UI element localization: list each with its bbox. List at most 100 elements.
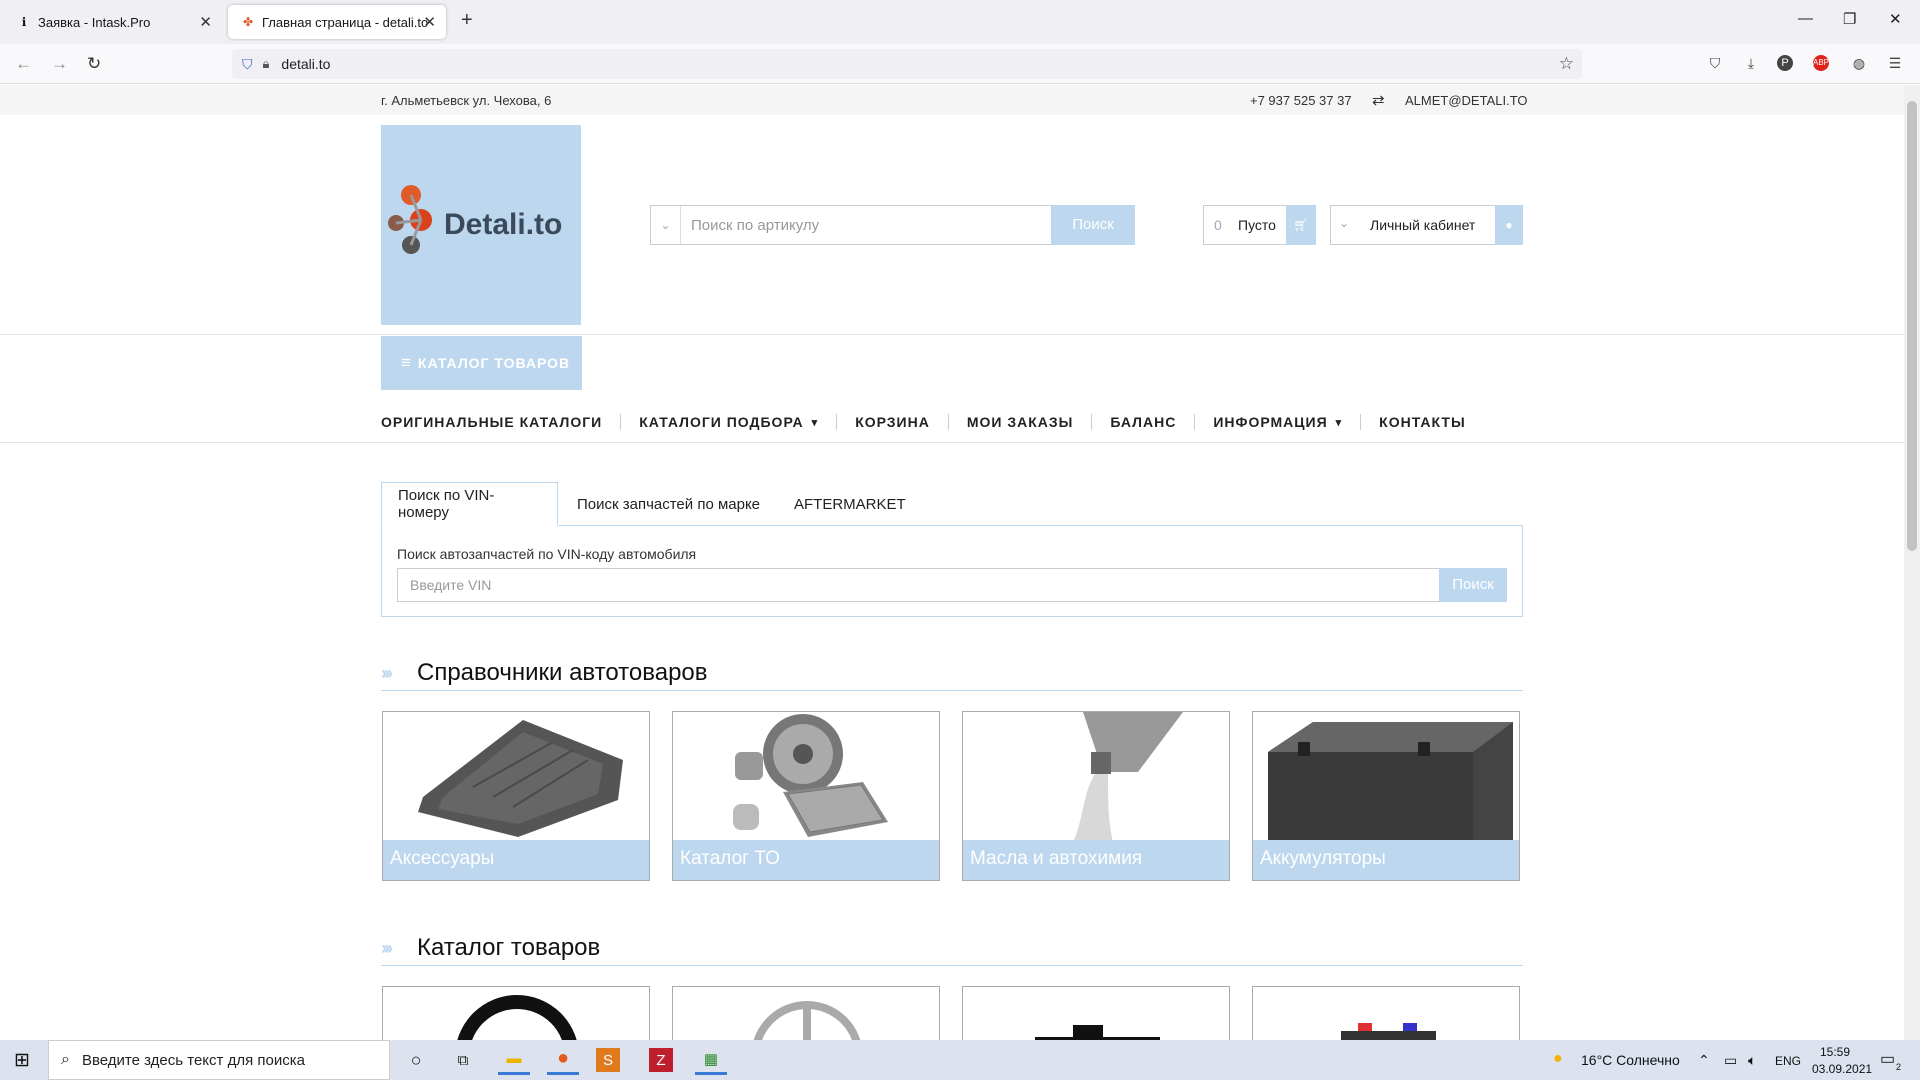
top-info-strip: г. Альметьевск ул. Чехова, 6 +7 937 525 … (0, 85, 1904, 115)
section-title: Каталог товаров (417, 934, 601, 961)
email-link[interactable]: ALMET@DETALI.TO (1405, 93, 1528, 108)
bookmark-star-icon[interactable]: ☆ (1559, 54, 1574, 74)
vin-placeholder: Введите VIN (410, 577, 492, 593)
tab-vin-search[interactable]: Поиск по VIN-номеру (381, 482, 558, 526)
nav-separator (1360, 414, 1362, 430)
window-close-icon[interactable]: ✕ (1889, 10, 1902, 28)
card-caption: Аккумуляторы (1253, 840, 1519, 880)
clock-time[interactable]: 15:59 (1820, 1045, 1850, 1059)
file-explorer-icon[interactable]: ▬ (498, 1045, 530, 1075)
oil-pour-image (1073, 712, 1183, 842)
browser-tab-bar: ℹ Заявка - Intask.Pro ✕ ✤ Главная страни… (0, 0, 1920, 44)
cortana-icon[interactable]: ○ (400, 1045, 432, 1075)
oil-can-image (1035, 1025, 1160, 1040)
catalog-card-oils[interactable] (962, 986, 1230, 1040)
network-icon[interactable]: ▭ (1724, 1052, 1737, 1069)
forward-icon[interactable]: → (51, 54, 68, 74)
article-search-input[interactable]: Поиск по артикулу (691, 217, 819, 234)
section-title: Справочники автотоваров (417, 659, 708, 686)
firefox-icon[interactable]: ● (547, 1045, 579, 1075)
clock-date[interactable]: 03.09.2021 (1812, 1062, 1872, 1076)
vin-search-button[interactable]: Поиск (1439, 568, 1507, 602)
card-maintenance-catalog[interactable]: Каталог ТО (672, 711, 940, 881)
globe-icon[interactable]: ◍ (1849, 53, 1869, 73)
section-header: ››› Каталог товаров (381, 932, 1523, 966)
chevrons-right-icon: ››› (381, 663, 393, 683)
nav-balance[interactable]: БАЛАНС (1110, 414, 1176, 430)
nav-my-orders[interactable]: МОИ ЗАКАЗЫ (967, 414, 1074, 430)
volume-icon[interactable]: 🔈︎ (1748, 1052, 1756, 1069)
windows-start-icon[interactable]: ⊞ (14, 1049, 30, 1072)
cart-widget[interactable]: 0 Пусто 🛒︎ (1203, 205, 1316, 245)
nav-separator (620, 414, 622, 430)
card-caption: Масла и автохимия (963, 840, 1229, 880)
phone-link[interactable]: +7 937 525 37 37 (1250, 93, 1352, 108)
language-indicator[interactable]: ENG (1775, 1054, 1801, 1068)
nav-information[interactable]: ИНФОРМАЦИЯ ▾ (1213, 414, 1342, 430)
download-icon[interactable]: ⤓ (1741, 53, 1761, 73)
cart-icon[interactable]: 🛒︎ (1286, 205, 1316, 245)
info-icon: ℹ (21, 15, 27, 29)
brake-filter-parts-image (733, 714, 888, 837)
browser-toolbar: ← → ↻ ⛉ 🔒︎ detali.to ☆ ⛉ ⤓ P ABP ◍ ☰ (0, 44, 1920, 84)
menu-icon[interactable]: ☰ (1885, 53, 1905, 73)
user-icon[interactable]: ● (1495, 205, 1523, 245)
site-logo[interactable]: Detali.to (381, 125, 581, 325)
browser-tab-detali[interactable]: ✤ Главная страница - detali.to ✕ (228, 5, 446, 39)
notification-icon[interactable]: ▭ (1880, 1049, 1895, 1069)
nav-label: ИНФОРМАЦИЯ (1213, 414, 1328, 430)
catalog-card-tires[interactable] (382, 986, 650, 1040)
vin-input[interactable]: Введите VIN Поиск (397, 568, 1507, 602)
chart-app-icon[interactable]: ▦ (695, 1045, 727, 1075)
tab-brand-search[interactable]: Поиск запчастей по марке (561, 482, 776, 526)
exchange-icon[interactable]: ⇄ (1372, 91, 1385, 109)
close-tab-icon[interactable]: ✕ (423, 13, 436, 31)
pocket-icon[interactable]: ⛉ (1705, 53, 1725, 73)
reload-icon[interactable]: ↻ (87, 54, 101, 74)
tab-aftermarket[interactable]: AFTERMARKET (778, 482, 922, 526)
taskbar-search[interactable]: ⌕ Введите здесь текст для поиска (48, 1040, 390, 1080)
shield-icon[interactable]: ⛉ (242, 56, 253, 73)
nav-contacts[interactable]: КОНТАКТЫ (1379, 414, 1465, 430)
scrollbar-thumb[interactable] (1907, 101, 1917, 551)
site-favicon-icon: ✤ (242, 15, 254, 29)
url-bar[interactable]: ⛉ 🔒︎ detali.to ☆ (232, 49, 1582, 79)
card-batteries[interactable]: Аккумуляторы (1252, 711, 1520, 881)
url-text[interactable]: detali.to (281, 56, 330, 72)
close-tab-icon[interactable]: ✕ (199, 13, 212, 31)
nav-cart[interactable]: КОРЗИНА (855, 414, 930, 430)
task-view-icon[interactable]: ⧉ (447, 1045, 479, 1075)
weather-text[interactable]: 16°C Солнечно (1581, 1052, 1680, 1068)
lock-icon[interactable]: 🔒︎ (263, 56, 270, 72)
account-widget[interactable]: ⌄ Личный кабинет ● (1330, 205, 1523, 245)
nav-separator (836, 414, 838, 430)
minimize-icon[interactable]: — (1798, 10, 1813, 27)
chevron-down-icon: ▾ (1335, 416, 1343, 429)
browser-tab-intask[interactable]: ℹ Заявка - Intask.Pro ✕ (4, 5, 222, 39)
card-accessories[interactable]: Аксессуары (382, 711, 650, 881)
back-icon[interactable]: ← (15, 54, 32, 74)
restore-icon[interactable]: ❐ (1843, 10, 1856, 28)
article-search-button[interactable]: Поиск (1051, 205, 1135, 245)
adblock-icon[interactable]: ABP (1813, 55, 1829, 71)
vin-search-panel: Поиск автозапчастей по VIN-коду автомоби… (381, 525, 1523, 617)
page-scrollbar[interactable] (1904, 85, 1920, 1040)
tire-image (457, 995, 577, 1040)
nav-selection-catalogs[interactable]: КАТАЛОГИ ПОДБОРА ▾ (639, 414, 818, 430)
chevron-down-icon[interactable]: ⌄ (1339, 216, 1349, 230)
profile-icon[interactable]: P (1777, 55, 1793, 71)
wheel-image (753, 1001, 861, 1040)
chevron-up-icon[interactable]: ⌃ (1698, 1052, 1710, 1069)
card-oils-chemicals[interactable]: Масла и автохимия (962, 711, 1230, 881)
nav-original-catalogs[interactable]: ОРИГИНАЛЬНЫЕ КАТАЛОГИ (381, 414, 602, 430)
tab-title: Главная страница - detali.to (262, 14, 429, 30)
new-tab-icon[interactable]: + (461, 9, 473, 32)
address-text: г. Альметьевск ул. Чехова, 6 (381, 93, 552, 108)
floor-mat-image (418, 720, 623, 837)
sublime-icon[interactable]: S (596, 1048, 620, 1072)
catalog-card-wheels[interactable] (672, 986, 940, 1040)
catalog-card-batteries[interactable] (1252, 986, 1520, 1040)
chevron-down-icon[interactable]: ⌄ (651, 206, 681, 244)
catalog-button[interactable]: ≡ КАТАЛОГ ТОВАРОВ (381, 336, 582, 390)
filezilla-icon[interactable]: Z (649, 1048, 673, 1072)
